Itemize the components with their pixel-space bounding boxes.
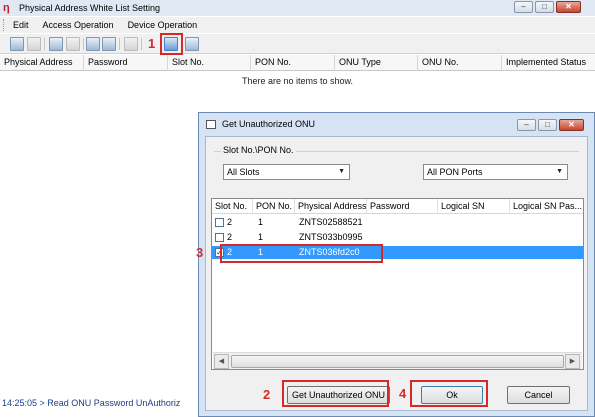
- status-log: 14:25:05 > Read ONU Password UnAuthoriz: [2, 398, 181, 408]
- slot-pon-group-label: Slot No.\PON No.: [221, 145, 296, 155]
- list-row[interactable]: 2 1 ZNTS033b0995: [212, 231, 583, 244]
- column-header-physical-address[interactable]: Physical Address: [0, 55, 84, 71]
- main-window-controls: – □ ✕: [514, 1, 581, 13]
- step-3-highlight: [220, 244, 383, 263]
- row-address: ZNTS033b0995: [299, 232, 363, 242]
- dialog-minimize-button[interactable]: –: [517, 119, 536, 131]
- row-checkbox[interactable]: [215, 233, 224, 242]
- import-icon[interactable]: [49, 37, 63, 51]
- app-logo-icon: ƞ: [3, 2, 10, 14]
- dialog-window-controls: – □ ✕: [517, 119, 584, 131]
- step-1-highlight: [160, 33, 183, 55]
- step-1-label: 1: [148, 36, 156, 51]
- list-column-physical-address[interactable]: Physical Address: [295, 199, 367, 214]
- step-2-label: 2: [263, 387, 271, 402]
- toolbar-separator: [44, 38, 45, 50]
- list-header: Slot No. PON No. Physical Address Passwo…: [212, 199, 583, 214]
- dialog-body: Slot No.\PON No. All Slots ▼ All PON Por…: [205, 136, 588, 411]
- exit-icon[interactable]: [185, 37, 199, 51]
- list-column-pon-no[interactable]: PON No.: [253, 199, 295, 214]
- delete-icon[interactable]: [124, 37, 138, 51]
- step-3-label: 3: [196, 245, 204, 260]
- toolbar: [0, 34, 595, 54]
- pon-select[interactable]: All PON Ports ▼: [423, 164, 568, 180]
- step-4-highlight: [410, 380, 488, 407]
- column-header-onu-type[interactable]: ONU Type: [335, 55, 418, 71]
- step-2-highlight: [282, 380, 389, 407]
- scrollbar-thumb[interactable]: [231, 355, 564, 368]
- scroll-right-icon[interactable]: ▶: [565, 354, 580, 369]
- menu-access-operation[interactable]: Access Operation: [43, 20, 114, 30]
- toolbar-separator: [83, 38, 84, 50]
- menu-bar: Edit Access Operation Device Operation: [0, 17, 595, 33]
- main-table-header: Physical Address Password Slot No. PON N…: [0, 55, 595, 71]
- menu-grip: [3, 19, 6, 31]
- column-header-implemented-status[interactable]: Implemented Status: [502, 55, 595, 71]
- dialog-close-button[interactable]: ✕: [559, 119, 584, 131]
- scroll-left-icon[interactable]: ◀: [214, 354, 229, 369]
- row-checkbox[interactable]: [215, 218, 224, 227]
- step-4-label: 4: [399, 386, 407, 401]
- pon-select-value: All PON Ports: [427, 167, 483, 177]
- toolbar-separator: [141, 38, 142, 50]
- dialog-window-icon: [206, 119, 216, 129]
- copy-icon[interactable]: [86, 37, 100, 51]
- row-pon: 1: [258, 232, 264, 242]
- empty-table-message: There are no items to show.: [241, 76, 354, 86]
- column-header-pon-no[interactable]: PON No.: [251, 55, 335, 71]
- copy-all-icon[interactable]: [102, 37, 116, 51]
- row-slot: 2: [227, 217, 233, 227]
- row-slot: 2: [227, 232, 233, 242]
- unauthorized-onu-list: Slot No. PON No. Physical Address Passwo…: [211, 198, 584, 370]
- get-unauthorized-onu-dialog: Get Unauthorized ONU – □ ✕ Slot No.\PON …: [198, 112, 595, 417]
- menu-device-operation[interactable]: Device Operation: [128, 20, 198, 30]
- minimize-button[interactable]: –: [514, 1, 533, 13]
- export-icon[interactable]: [66, 37, 80, 51]
- horizontal-scrollbar[interactable]: ◀ ▶: [213, 352, 582, 369]
- list-column-logical-sn-password[interactable]: Logical SN Pas...: [510, 199, 583, 214]
- window-title: Physical Address White List Setting: [19, 3, 161, 13]
- list-column-logical-sn[interactable]: Logical SN: [438, 199, 510, 214]
- close-button[interactable]: ✕: [556, 1, 581, 13]
- dialog-maximize-button[interactable]: □: [538, 119, 557, 131]
- dialog-title: Get Unauthorized ONU: [222, 119, 316, 129]
- chevron-down-icon: ▼: [338, 168, 345, 175]
- row-address: ZNTS02588521: [299, 217, 363, 227]
- maximize-button[interactable]: □: [535, 1, 554, 13]
- list-column-slot-no[interactable]: Slot No.: [212, 199, 253, 214]
- list-column-password[interactable]: Password: [367, 199, 438, 214]
- edit-icon[interactable]: [27, 37, 41, 51]
- column-header-password[interactable]: Password: [84, 55, 168, 71]
- row-pon: 1: [258, 217, 264, 227]
- slot-select-value: All Slots: [227, 167, 260, 177]
- cancel-button[interactable]: Cancel: [507, 386, 570, 404]
- slot-select[interactable]: All Slots ▼: [223, 164, 350, 180]
- column-header-onu-no[interactable]: ONU No.: [418, 55, 502, 71]
- menu-edit[interactable]: Edit: [13, 20, 29, 30]
- chevron-down-icon: ▼: [556, 168, 563, 175]
- column-header-slot-no[interactable]: Slot No.: [168, 55, 251, 71]
- list-row[interactable]: 2 1 ZNTS02588521: [212, 216, 583, 229]
- add-icon[interactable]: [10, 37, 24, 51]
- main-title-bar: ƞ Physical Address White List Setting: [0, 0, 595, 16]
- toolbar-separator: [119, 38, 120, 50]
